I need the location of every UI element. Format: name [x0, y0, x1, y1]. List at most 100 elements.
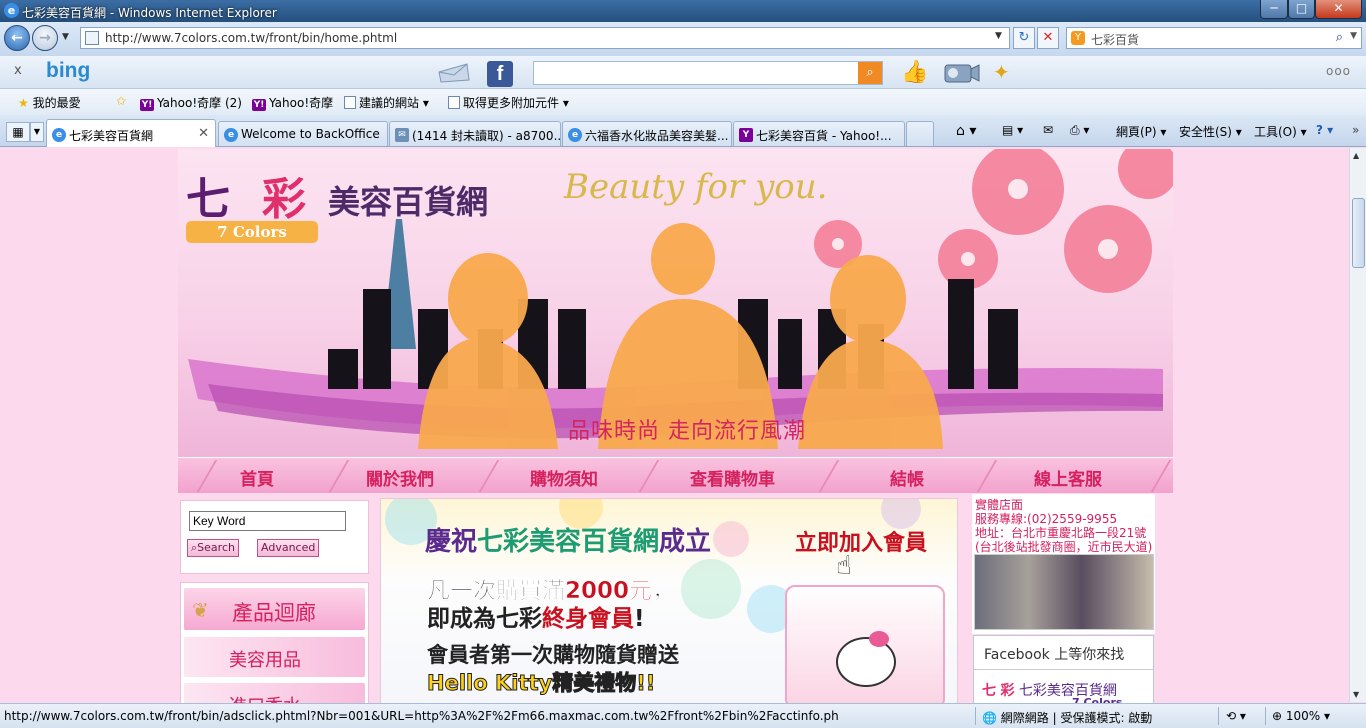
- vertical-scrollbar[interactable]: ▲ ▼: [1349, 148, 1366, 702]
- tab-liufu[interactable]: e 六福香水化妝品美容美髮...: [562, 121, 732, 146]
- mail-icon[interactable]: [437, 62, 471, 84]
- 7colors-badge: 7 Colors: [186, 221, 318, 243]
- page-icon: [85, 31, 99, 45]
- search-options-dropdown-icon[interactable]: ▼: [1350, 31, 1357, 41]
- promo-headline: 慶祝七彩美容百貨網成立: [425, 527, 712, 557]
- advanced-search-button[interactable]: Advanced: [257, 539, 320, 557]
- logo-text: 美容百貨網: [328, 183, 489, 221]
- search-icon[interactable]: ⌕: [1336, 30, 1343, 45]
- minimize-button[interactable]: ─: [1260, 0, 1288, 19]
- security-zone[interactable]: 🌐 網際網路 | 受保護模式: 啟動: [982, 709, 1152, 726]
- stars-icon[interactable]: ✦: [993, 60, 1010, 84]
- ie-page-icon: e: [224, 128, 238, 142]
- search-button[interactable]: ⌕Search: [187, 539, 239, 557]
- get-more-addons-link[interactable]: 取得更多附加元件 ▾: [448, 94, 569, 111]
- product-gallery: ❦ 產品迴廊 美容用品 進口香水: [180, 582, 369, 723]
- yahoo-icon: Y!: [252, 99, 266, 111]
- keyword-input[interactable]: [189, 511, 346, 531]
- help-menu[interactable]: ? ▾: [1316, 123, 1333, 137]
- feeds-icon[interactable]: ▤ ▾: [1002, 123, 1023, 137]
- new-tab-button[interactable]: [906, 121, 934, 146]
- facebook-icon[interactable]: f: [487, 61, 513, 87]
- nav-view-cart[interactable]: 查看購物車: [690, 465, 775, 490]
- add-favorite-icon[interactable]: ✩: [116, 94, 126, 108]
- tab-yahoo[interactable]: Y 七彩美容百貨 - Yahoo!...: [733, 121, 905, 146]
- status-bar: http://www.7colors.com.tw/front/bin/adsc…: [0, 703, 1366, 728]
- zoom-level[interactable]: ⊕ 100% ▾: [1272, 709, 1330, 723]
- close-toolbar-icon[interactable]: x: [14, 63, 22, 78]
- address-url[interactable]: http://www.7colors.com.tw/front/bin/home…: [105, 31, 397, 45]
- toolbar-overflow-icon[interactable]: »: [1352, 123, 1359, 137]
- back-button[interactable]: ←: [4, 25, 30, 51]
- favorites-button[interactable]: ★ 我的最愛: [18, 94, 81, 111]
- print-icon[interactable]: ⎙ ▾: [1070, 123, 1089, 138]
- favorite-link-yahoo[interactable]: Y! Yahoo!奇摩: [252, 94, 333, 111]
- hero-banner: 七 彩 美容百貨網 Beauty for you. 7 Colors 品味時尚 …: [178, 149, 1173, 457]
- page-icon: [448, 96, 460, 109]
- promo-line-4: 會員者第一次購物隨貨贈送: [427, 643, 679, 667]
- nav-customer-service[interactable]: 線上客服: [1034, 465, 1102, 490]
- hand-pointer-icon: ☝: [836, 551, 852, 581]
- store-photo[interactable]: [974, 554, 1154, 630]
- nav-shopping-guide[interactable]: 購物須知: [530, 465, 598, 490]
- banner-slogan: 品味時尚 走向流行風潮: [568, 419, 806, 444]
- facebook-widget: Facebook 上等你來找 七 彩 七彩美容百貨網 7 Colors: [973, 635, 1154, 709]
- protected-mode-icon[interactable]: ⟲ ▾: [1226, 709, 1246, 723]
- category-beauty-supplies[interactable]: 美容用品: [184, 637, 365, 677]
- nav-checkout[interactable]: 結帳: [890, 465, 924, 490]
- tab-7colors[interactable]: e 七彩美容百貨網 ✕: [46, 119, 216, 147]
- browser-search-box[interactable]: Y 七彩百貨 ⌕ ▼: [1066, 27, 1362, 49]
- close-tab-icon[interactable]: ✕: [198, 126, 209, 141]
- status-url: http://www.7colors.com.tw/front/bin/adsc…: [4, 709, 839, 723]
- quick-tabs-icon[interactable]: ▦: [6, 122, 30, 142]
- history-dropdown-icon[interactable]: ▼: [62, 32, 69, 42]
- scrollbar-thumb[interactable]: [1352, 198, 1365, 268]
- stop-button[interactable]: ✕: [1037, 27, 1059, 49]
- page-menu[interactable]: 網頁(P) ▾: [1116, 123, 1166, 140]
- tab-bar: ▦ ▼ e 七彩美容百貨網 ✕ e Welcome to BackOffice ✉ (1…: [0, 115, 1366, 147]
- video-icon[interactable]: [944, 62, 980, 84]
- tools-menu[interactable]: 工具(O) ▾: [1254, 123, 1307, 140]
- tab-list-dropdown-icon[interactable]: ▼: [30, 122, 44, 142]
- scroll-up-icon[interactable]: ▲: [1353, 151, 1359, 160]
- more-options-icon[interactable]: ooo: [1326, 64, 1351, 78]
- page-icon: [344, 96, 356, 109]
- like-thumb-icon[interactable]: 👍: [901, 60, 928, 85]
- forward-button[interactable]: →: [32, 25, 58, 51]
- window-title: 七彩美容百貨網 - Windows Internet Explorer: [22, 6, 277, 20]
- tab-backoffice[interactable]: e Welcome to BackOffice: [218, 121, 388, 146]
- leaf-icon: ❦: [192, 598, 209, 622]
- address-bar[interactable]: http://www.7colors.com.tw/front/bin/home…: [80, 27, 1010, 49]
- address-dropdown-icon[interactable]: ▼: [995, 31, 1007, 41]
- favorites-bar: ★ 我的最愛 ✩ Y! Yahoo!奇摩 (2) Y! Yahoo!奇摩 建議的網站…: [0, 89, 1366, 115]
- yahoo-search-provider-icon[interactable]: Y: [1071, 31, 1085, 45]
- refresh-button[interactable]: ↻: [1013, 27, 1035, 49]
- kitty-bow-icon: [869, 631, 889, 647]
- logo-qi: 七: [186, 174, 230, 225]
- tab-mail[interactable]: ✉ (1414 封未讀取) - a8700...: [389, 121, 561, 146]
- bing-search-input[interactable]: ⌕: [533, 61, 883, 85]
- maximize-button[interactable]: □: [1288, 0, 1315, 19]
- close-window-button[interactable]: ✕: [1315, 0, 1362, 19]
- home-icon[interactable]: ⌂ ▾: [956, 123, 976, 139]
- banner-tagline: Beauty for you.: [564, 167, 828, 207]
- search-icon[interactable]: ⌕: [858, 62, 882, 84]
- bing-toolbar: x bing f ⌕ 👍 ✦ ooo: [0, 56, 1366, 89]
- nav-about[interactable]: 關於我們: [366, 465, 434, 490]
- facebook-widget-title: Facebook 上等你來找: [974, 636, 1153, 670]
- suggested-sites-link[interactable]: 建議的網站 ▾: [344, 94, 429, 111]
- browser-search-text[interactable]: 七彩百貨: [1091, 31, 1139, 48]
- scroll-down-icon[interactable]: ▼: [1353, 690, 1359, 699]
- promo-line-3: 即成為七彩終身會員!: [427, 606, 645, 632]
- nav-home[interactable]: 首頁: [240, 465, 274, 490]
- globe-icon: 🌐: [982, 711, 997, 725]
- safety-menu[interactable]: 安全性(S) ▾: [1179, 123, 1242, 140]
- bing-logo[interactable]: bing: [46, 59, 90, 83]
- favorite-link-yahoo-2[interactable]: Y! Yahoo!奇摩 (2): [140, 94, 242, 111]
- join-member-link[interactable]: 立即加入會員: [795, 525, 927, 557]
- read-mail-icon[interactable]: ✉: [1043, 123, 1053, 137]
- yahoo-icon: Y: [739, 128, 753, 142]
- window-title-bar: e 七彩美容百貨網 - Windows Internet Explorer ─ …: [0, 0, 1366, 22]
- ie-page-icon: e: [568, 128, 582, 142]
- promo-banner[interactable]: 慶祝七彩美容百貨網成立 立即加入會員 ☝ 凡一次購買滿2000元， 即成為七彩終…: [380, 498, 958, 706]
